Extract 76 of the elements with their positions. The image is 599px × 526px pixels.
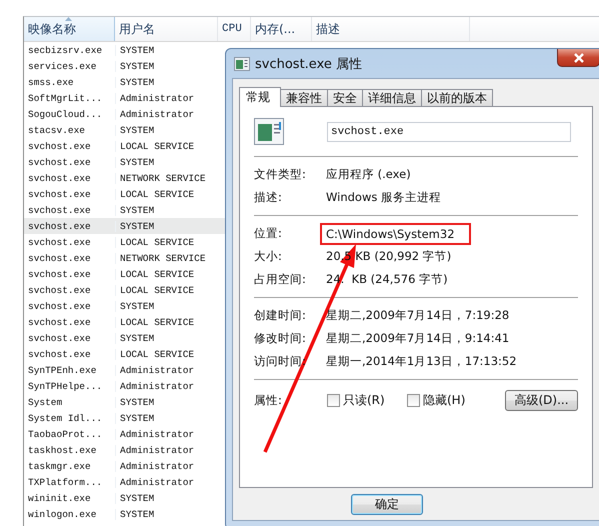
user-name-cell: LOCAL SERVICE xyxy=(115,140,218,152)
property-label: 创建时间: xyxy=(254,308,307,323)
property-value: Windows 服务主进程 xyxy=(325,189,442,206)
image-name-cell-text: secbizsrv.exe xyxy=(27,44,104,56)
image-name-cell-text: smss.exe xyxy=(27,76,75,88)
user-name-cell: Administrator xyxy=(115,92,218,104)
image-name-cell-text: svchost.exe xyxy=(27,332,92,344)
image-name-cell-text: TXPlatform... xyxy=(27,476,104,488)
image-name-cell-text: System xyxy=(27,396,64,408)
user-name-cell: NETWORK SERVICE xyxy=(115,252,218,264)
user-name-cell: Administrator xyxy=(115,380,218,392)
image-name-cell-text: svchost.exe xyxy=(27,348,92,360)
user-name-cell: SYSTEM xyxy=(115,492,218,504)
image-name-cell-text: svchost.exe xyxy=(27,204,92,216)
user-name-cell: SYSTEM xyxy=(115,412,218,424)
window-title: svchost.exe 属性 xyxy=(255,56,362,72)
user-name-cell: SYSTEM xyxy=(115,508,218,520)
user-name-cell: Administrator xyxy=(115,428,218,440)
image-name-cell-text: taskmgr.exe xyxy=(27,460,92,472)
user-name-cell: Administrator xyxy=(115,460,218,472)
user-name-cell: LOCAL SERVICE xyxy=(115,236,218,248)
user-name-cell: Administrator xyxy=(115,108,218,120)
property-label: 大小: xyxy=(254,249,283,264)
image-name-cell-text: winlogon.exe xyxy=(27,508,98,520)
property-value: 星期一,2014年1月13日，17:13:52 xyxy=(325,353,518,370)
property-label: 描述: xyxy=(254,190,283,205)
user-name-cell: LOCAL SERVICE xyxy=(115,188,218,200)
user-name-cell: SYSTEM xyxy=(115,60,218,72)
image-name-cell-text: svchost.exe xyxy=(27,284,92,296)
user-name-cell: SYSTEM xyxy=(115,396,218,408)
image-name-cell-text: svchost.exe xyxy=(27,268,92,280)
user-name-cell: SYSTEM xyxy=(115,300,218,312)
property-label: 占用空间: xyxy=(254,272,307,287)
image-name-cell-text: svchost.exe xyxy=(27,220,92,232)
user-name-cell: LOCAL SERVICE xyxy=(115,268,218,280)
property-value: 星期二,2009年7月14日，9:14:41 xyxy=(325,330,510,347)
user-name-cell: NETWORK SERVICE xyxy=(115,172,218,184)
image-name-cell-text: svchost.exe xyxy=(27,316,92,328)
user-name-cell: SYSTEM xyxy=(115,124,218,136)
property-value: 应用程序 (.exe) xyxy=(325,166,412,183)
user-name-cell: SYSTEM xyxy=(115,332,218,344)
property-label: 访问时间: xyxy=(254,354,307,369)
property-label: 修改时间: xyxy=(254,331,307,346)
user-name-cell: SYSTEM xyxy=(115,220,218,232)
image-name-cell-text: TaobaoProt... xyxy=(27,428,104,440)
image-name-cell-text: svchost.exe xyxy=(27,188,92,200)
user-name-cell: SYSTEM xyxy=(115,44,218,56)
user-name-cell: LOCAL SERVICE xyxy=(115,284,218,296)
property-label: 位置: xyxy=(254,226,283,241)
attributes-label: 属性: xyxy=(254,392,283,408)
image-name-cell-text: svchost.exe xyxy=(27,236,92,248)
image-name-cell-text: svchost.exe xyxy=(27,300,92,312)
user-name-cell: SYSTEM xyxy=(115,204,218,216)
property-value: 星期二,2009年7月14日，7:19:28 xyxy=(325,307,510,324)
user-name-cell: SYSTEM xyxy=(115,156,218,168)
image-name-cell-text: SynTPEnh.exe xyxy=(27,364,98,376)
user-name-cell: LOCAL SERVICE xyxy=(115,316,218,328)
image-name-cell-text: svchost.exe xyxy=(27,252,92,264)
user-name-cell: Administrator xyxy=(115,476,218,488)
image-name-cell-text: wininit.exe xyxy=(27,492,92,504)
image-name-cell-text: svchost.exe xyxy=(27,156,92,168)
property-label: 文件类型: xyxy=(254,167,307,182)
user-name-cell: Administrator xyxy=(115,364,218,376)
image-name-cell-text: services.exe xyxy=(27,60,98,72)
user-name-cell: LOCAL SERVICE xyxy=(115,348,218,360)
image-name-cell-text: svchost.exe xyxy=(27,140,92,152)
image-name-cell-text: svchost.exe xyxy=(27,172,92,184)
image-name-cell-text: stacsv.exe xyxy=(27,124,86,136)
image-name-cell-text: SogouCloud... xyxy=(27,108,104,120)
image-name-cell-text: SynTPHelpe... xyxy=(27,380,104,392)
user-name-cell: SYSTEM xyxy=(115,76,218,88)
image-name-cell-text: taskhost.exe xyxy=(27,444,98,456)
property-value: C:\Windows\System32 xyxy=(320,222,471,244)
image-name-cell-text: System Idl... xyxy=(27,412,104,424)
user-name-cell: Administrator xyxy=(115,444,218,456)
image-name-cell-text: SoftMgrLit... xyxy=(27,92,104,104)
